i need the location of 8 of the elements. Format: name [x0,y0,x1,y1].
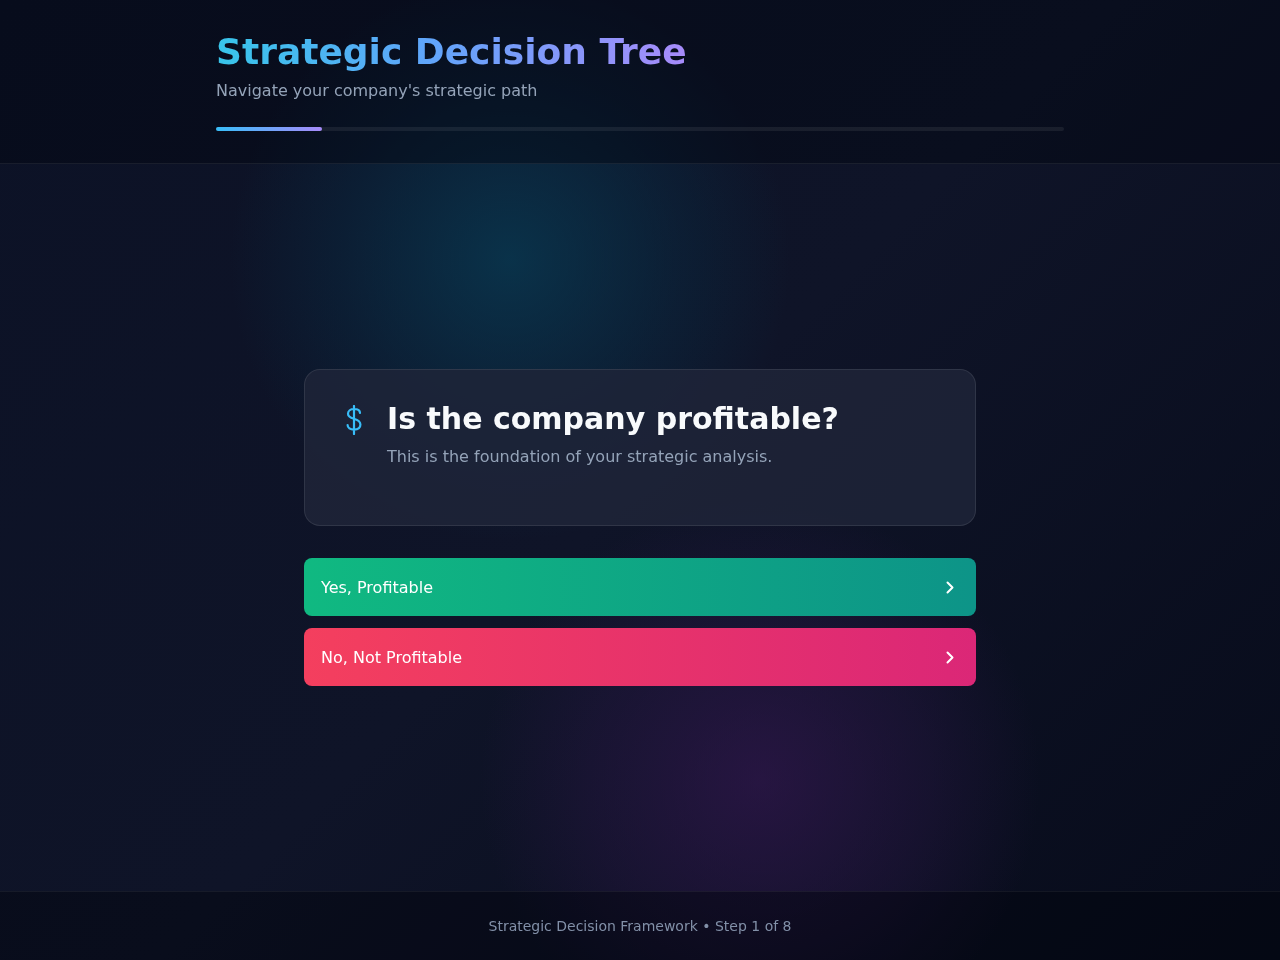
page-subtitle: Navigate your company's strategic path [216,80,539,102]
answer-button[interactable]: No, Not Profitable [304,628,976,686]
chevron-right-icon [946,580,954,594]
footer-text: Strategic Decision Framework • Step 1 of 8 [488,918,792,934]
question-title: Is the company profitable? [387,401,839,437]
question-description: This is the foundation of your strategic analysis. [387,446,774,468]
chevron-right-icon [946,650,954,664]
answer-button[interactable]: Yes, Profitable [304,558,976,616]
